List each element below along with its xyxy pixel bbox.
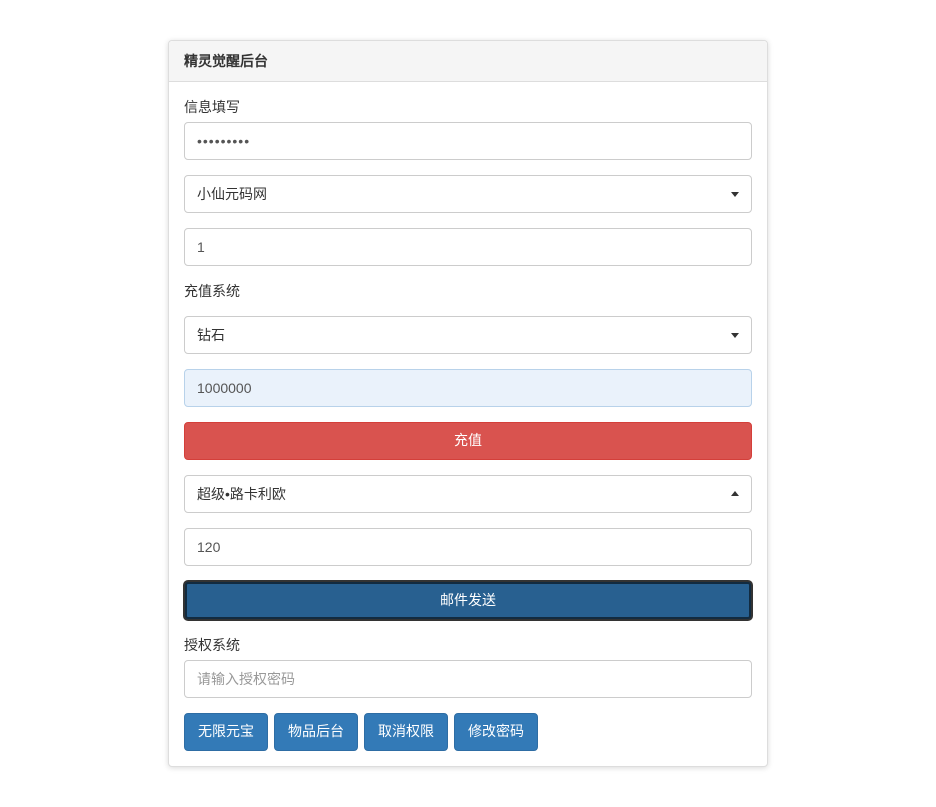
password-input[interactable] [184, 122, 752, 160]
server-select[interactable]: 小仙元码网 [184, 175, 752, 213]
panel-title: 精灵觉醒后台 [169, 41, 767, 82]
recharge-button[interactable]: 充值 [184, 422, 752, 460]
caret-down-icon [731, 192, 739, 197]
unlimited-gold-button[interactable]: 无限元宝 [184, 713, 268, 751]
info-section-label: 信息填写 [184, 97, 752, 117]
item-backend-button[interactable]: 物品后台 [274, 713, 358, 751]
admin-panel: 精灵觉醒后台 信息填写 小仙元码网 充值系统 钻石 [168, 40, 768, 767]
caret-up-icon [731, 491, 739, 496]
currency-select-value: 钻石 [197, 325, 225, 345]
change-password-button[interactable]: 修改密码 [454, 713, 538, 751]
server-id-input[interactable] [184, 228, 752, 266]
action-button-row: 无限元宝 物品后台 取消权限 修改密码 [184, 713, 752, 751]
cancel-auth-button[interactable]: 取消权限 [364, 713, 448, 751]
currency-select[interactable]: 钻石 [184, 316, 752, 354]
auth-password-input[interactable] [184, 660, 752, 698]
recharge-section-label: 充值系统 [184, 281, 752, 301]
server-select-value: 小仙元码网 [197, 184, 267, 204]
recharge-amount-input[interactable] [184, 369, 752, 407]
caret-down-icon [731, 333, 739, 338]
send-mail-button[interactable]: 邮件发送 [184, 581, 752, 621]
panel-body: 信息填写 小仙元码网 充值系统 钻石 [169, 82, 767, 766]
auth-section-label: 授权系统 [184, 635, 752, 655]
quantity-input[interactable] [184, 528, 752, 566]
item-select[interactable]: 超级•路卡利欧 [184, 475, 752, 513]
item-select-value: 超级•路卡利欧 [197, 484, 286, 504]
